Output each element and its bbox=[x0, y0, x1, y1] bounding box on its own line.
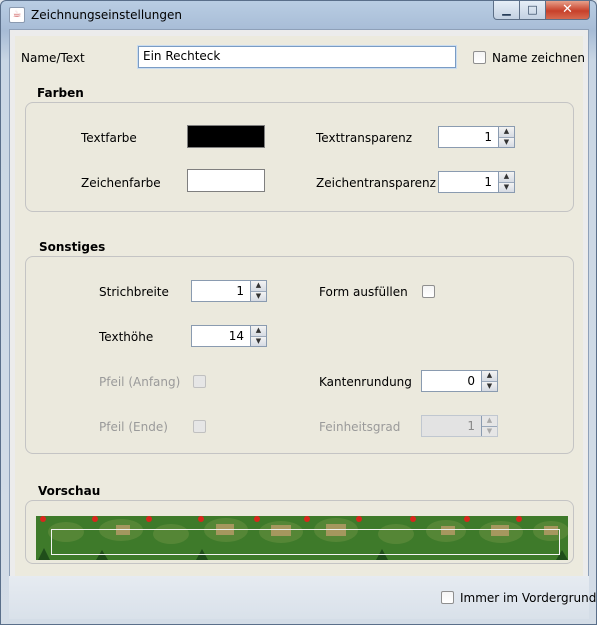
map-marker-dot bbox=[198, 516, 204, 522]
zeichentransparenz-value: 1 bbox=[484, 175, 492, 189]
textfarbe-color-swatch[interactable] bbox=[187, 125, 265, 148]
kantenrundung-spinner[interactable]: 0 ▲ ▼ bbox=[421, 370, 498, 392]
spinner-up-icon[interactable]: ▲ bbox=[251, 326, 266, 336]
zeichenfarbe-label: Zeichenfarbe bbox=[81, 176, 161, 190]
always-on-top-checkbox[interactable] bbox=[441, 591, 454, 604]
strichbreite-spinner[interactable]: 1 ▲ ▼ bbox=[191, 280, 267, 302]
window-title: Zeichnungseinstellungen bbox=[31, 8, 182, 22]
sonstiges-section-title: Sonstiges bbox=[39, 240, 106, 254]
spinner-down-icon[interactable]: ▼ bbox=[499, 136, 514, 147]
zeichentransparenz-spinner[interactable]: 1 ▲ ▼ bbox=[438, 171, 515, 193]
map-marker-dot bbox=[92, 516, 98, 522]
zeichentransparenz-label: Zeichentransparenz bbox=[316, 176, 436, 190]
map-marker-dot bbox=[516, 516, 522, 522]
spinner-down-icon[interactable]: ▼ bbox=[251, 335, 266, 346]
spinner-down-icon[interactable]: ▼ bbox=[251, 290, 266, 301]
map-marker-dot bbox=[146, 516, 152, 522]
map-marker-dot bbox=[254, 516, 260, 522]
draw-name-checkbox[interactable] bbox=[473, 51, 486, 64]
preview-rectangle bbox=[51, 529, 560, 555]
map-marker-dot bbox=[464, 516, 470, 522]
minimize-icon: ▁ bbox=[502, 3, 511, 16]
footer-bar: Immer im Vordergrund bbox=[9, 576, 596, 619]
maximize-button[interactable]: □ bbox=[520, 1, 546, 20]
title-bar[interactable]: ☕ Zeichnungseinstellungen ▁ □ ✕ bbox=[1, 1, 596, 29]
map-marker-dot bbox=[410, 516, 416, 522]
form-ausfuellen-label: Form ausfüllen bbox=[319, 285, 408, 299]
kantenrundung-label: Kantenrundung bbox=[319, 375, 412, 389]
spinner-down-icon: ▼ bbox=[482, 425, 497, 436]
texthoehe-label: Texthöhe bbox=[99, 330, 154, 344]
sonstiges-group: Strichbreite 1 ▲ ▼ Form ausfüllen Texthöh… bbox=[25, 256, 574, 454]
textfarbe-label: Textfarbe bbox=[81, 131, 137, 145]
texttransparenz-label: Texttransparenz bbox=[316, 131, 413, 145]
draw-name-label: Name zeichnen bbox=[492, 51, 586, 65]
minimize-button[interactable]: ▁ bbox=[493, 1, 520, 20]
name-text-input[interactable]: Ein Rechteck bbox=[138, 46, 456, 68]
spinner-up-icon[interactable]: ▲ bbox=[499, 172, 514, 182]
texttransparenz-value: 1 bbox=[484, 130, 492, 144]
dialog-client: Name/Text Ein Rechteck Name zeichnen Far… bbox=[9, 29, 589, 619]
pfeil-ende-label: Pfeil (Ende) bbox=[99, 420, 168, 434]
dialog-window: ☕ Zeichnungseinstellungen ▁ □ ✕ Name/Tex… bbox=[0, 0, 597, 625]
close-icon: ✕ bbox=[562, 2, 573, 17]
spinner-up-icon[interactable]: ▲ bbox=[251, 281, 266, 291]
feinheitsgrad-spinner[interactable]: 1 ▲ ▼ bbox=[421, 415, 498, 437]
map-marker-dot bbox=[40, 516, 46, 522]
texttransparenz-spinner[interactable]: 1 ▲ ▼ bbox=[438, 126, 515, 148]
maximize-icon: □ bbox=[527, 3, 538, 16]
feinheitsgrad-value: 1 bbox=[467, 419, 475, 433]
spinner-down-icon[interactable]: ▼ bbox=[482, 380, 497, 391]
zeichenfarbe-color-swatch[interactable] bbox=[187, 169, 265, 192]
pfeil-anfang-label: Pfeil (Anfang) bbox=[99, 375, 181, 389]
close-button[interactable]: ✕ bbox=[546, 1, 590, 20]
name-text-label: Name/Text bbox=[21, 51, 85, 65]
pfeil-ende-checkbox[interactable] bbox=[193, 420, 206, 433]
always-on-top-label: Immer im Vordergrund bbox=[460, 591, 597, 605]
farben-section-title: Farben bbox=[37, 86, 84, 100]
spinner-up-icon: ▲ bbox=[482, 416, 497, 426]
texthoehe-value: 14 bbox=[228, 329, 244, 343]
spinner-up-icon[interactable]: ▲ bbox=[499, 127, 514, 137]
settings-panel: Name/Text Ein Rechteck Name zeichnen Far… bbox=[15, 36, 586, 576]
strichbreite-label: Strichbreite bbox=[99, 285, 169, 299]
spinner-up-icon[interactable]: ▲ bbox=[482, 371, 497, 381]
form-ausfuellen-checkbox[interactable] bbox=[422, 285, 435, 298]
map-preview bbox=[36, 516, 568, 560]
texthoehe-spinner[interactable]: 14 ▲ ▼ bbox=[191, 325, 267, 347]
strichbreite-value: 1 bbox=[236, 284, 244, 298]
vorschau-group bbox=[25, 500, 574, 564]
farben-group: Textfarbe Texttransparenz 1 ▲ ▼ Zeichenfa… bbox=[25, 102, 574, 212]
vorschau-section-title: Vorschau bbox=[38, 484, 101, 498]
feinheitsgrad-label: Feinheitsgrad bbox=[319, 420, 401, 434]
map-marker-dot bbox=[304, 516, 310, 522]
kantenrundung-value: 0 bbox=[467, 374, 475, 388]
java-coffee-icon: ☕ bbox=[9, 7, 25, 23]
window-controls: ▁ □ ✕ bbox=[493, 1, 590, 21]
pfeil-anfang-checkbox[interactable] bbox=[193, 375, 206, 388]
spinner-down-icon[interactable]: ▼ bbox=[499, 181, 514, 192]
map-marker-dot bbox=[356, 516, 362, 522]
